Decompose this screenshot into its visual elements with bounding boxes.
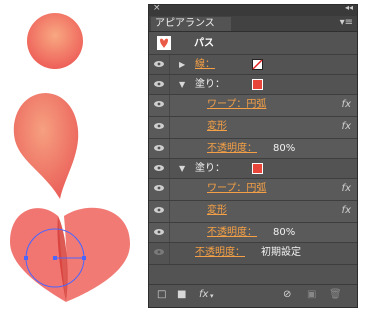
- fill-swatch[interactable]: [252, 79, 263, 90]
- fx-icon: fx: [341, 183, 351, 194]
- eye-icon[interactable]: [154, 61, 164, 67]
- visibility-cell[interactable]: [149, 179, 170, 200]
- opacity-link[interactable]: 不透明度：: [207, 139, 257, 158]
- panel-bottom-toolbar: □ ■ fx ▾ ⊘ ▣ 🗑: [149, 284, 357, 307]
- clear-appearance-icon[interactable]: ⊘: [283, 289, 291, 300]
- visibility-cell[interactable]: [149, 55, 170, 74]
- visibility-cell[interactable]: [149, 159, 170, 178]
- add-new-fill-icon[interactable]: ■: [177, 289, 186, 300]
- eye-icon[interactable]: [154, 101, 164, 107]
- double-arrow-icon[interactable]: ◂◂: [345, 3, 353, 12]
- visibility-cell[interactable]: [149, 201, 170, 222]
- fill-row-1[interactable]: ▼ 塗り：: [149, 75, 357, 95]
- warp-effect-link[interactable]: ワープ：円弧: [207, 179, 266, 198]
- transform-effect-link[interactable]: 変形: [207, 201, 227, 220]
- opacity-value: 80%: [273, 143, 296, 154]
- opacity-link[interactable]: 不透明度：: [195, 243, 245, 262]
- opacity-row-fill-1[interactable]: 不透明度： 80%: [149, 139, 357, 159]
- expand-arrow-icon[interactable]: ▶: [179, 55, 185, 74]
- effect-row-warp[interactable]: ワープ：円弧 fx: [149, 179, 357, 201]
- fill-label: 塗り：: [195, 79, 225, 90]
- eye-icon[interactable]: [154, 145, 164, 151]
- transform-effect-link[interactable]: 変形: [207, 117, 227, 136]
- panel-titlebar: × ◂◂: [149, 3, 357, 16]
- collapse-arrow-icon[interactable]: ▼: [179, 75, 185, 94]
- opacity-value: 初期設定: [261, 247, 301, 258]
- appearance-panel: × ◂◂ アピアランス ▾≡ パス ▶ 線： ▼ 塗り： ワープ：円弧 fx 変…: [148, 3, 358, 308]
- add-new-stroke-icon[interactable]: □: [157, 289, 166, 300]
- close-icon[interactable]: ×: [153, 3, 161, 13]
- delete-item-icon[interactable]: 🗑: [329, 289, 342, 300]
- opacity-value: 80%: [273, 227, 296, 238]
- panel-menu-icon[interactable]: ▾≡: [340, 17, 353, 28]
- tab-appearance[interactable]: アピアランス: [151, 17, 231, 31]
- fx-icon: fx: [341, 121, 351, 132]
- visibility-cell[interactable]: [149, 117, 170, 138]
- fx-icon: fx: [341, 205, 351, 216]
- fill-swatch[interactable]: [252, 163, 263, 174]
- drop-shape: [13, 93, 79, 199]
- panel-tab-row: アピアランス ▾≡: [149, 16, 357, 32]
- effect-menu-arrow-icon[interactable]: ▾: [210, 292, 214, 300]
- stroke-label[interactable]: 線：: [195, 55, 215, 74]
- eye-icon[interactable]: [154, 207, 164, 213]
- effect-row-transform[interactable]: 変形 fx: [149, 117, 357, 139]
- eye-icon[interactable]: [154, 229, 164, 235]
- artwork-canvas: [10, 13, 130, 302]
- visibility-cell[interactable]: [149, 223, 170, 242]
- opacity-row-fill-2[interactable]: 不透明度： 80%: [149, 223, 357, 243]
- fill-label: 塗り：: [195, 163, 225, 174]
- eye-icon: [154, 249, 164, 255]
- eye-icon[interactable]: [154, 123, 164, 129]
- collapse-arrow-icon[interactable]: ▼: [179, 159, 185, 178]
- fx-icon: fx: [341, 99, 351, 110]
- circle-shape: [27, 13, 83, 69]
- opacity-link[interactable]: 不透明度：: [207, 223, 257, 242]
- eye-icon[interactable]: [154, 81, 164, 87]
- effect-row-transform[interactable]: 変形 fx: [149, 201, 357, 223]
- visibility-cell[interactable]: [149, 95, 170, 116]
- eye-icon[interactable]: [154, 185, 164, 191]
- effect-row-warp[interactable]: ワープ：円弧 fx: [149, 95, 357, 117]
- object-thumbnail-icon: [157, 36, 171, 50]
- visibility-cell[interactable]: [149, 243, 170, 264]
- add-effect-button[interactable]: fx: [199, 289, 208, 300]
- heart-shape: [10, 207, 130, 302]
- opacity-row-object[interactable]: 不透明度： 初期設定: [149, 243, 357, 265]
- header-row: パス: [149, 32, 357, 55]
- visibility-cell[interactable]: [149, 139, 170, 158]
- fill-row-2[interactable]: ▼ 塗り：: [149, 159, 357, 179]
- duplicate-item-icon[interactable]: ▣: [307, 289, 316, 300]
- visibility-cell[interactable]: [149, 75, 170, 94]
- object-type-title: パス: [194, 38, 214, 49]
- stroke-none-swatch[interactable]: [252, 59, 263, 70]
- stroke-row[interactable]: ▶ 線：: [149, 55, 357, 75]
- eye-icon[interactable]: [154, 165, 164, 171]
- warp-effect-link[interactable]: ワープ：円弧: [207, 95, 266, 114]
